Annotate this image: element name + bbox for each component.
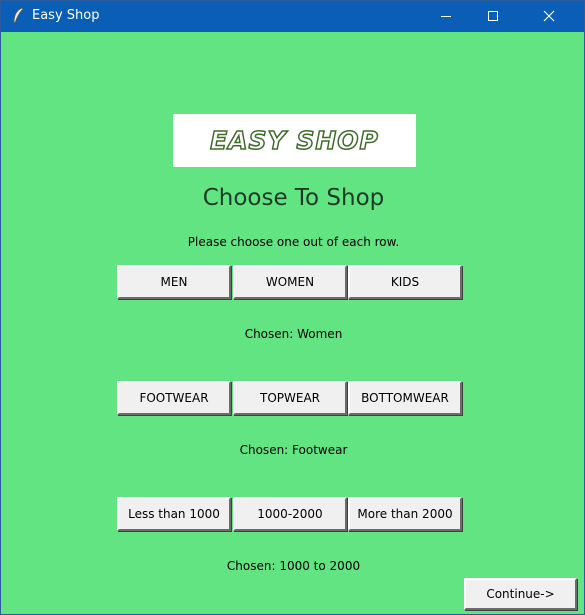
maximize-button[interactable]: [470, 1, 516, 32]
window-title: Easy Shop: [32, 8, 100, 23]
bottomwear-button[interactable]: BOTTOMWEAR: [348, 381, 462, 415]
kids-button[interactable]: KIDS: [348, 265, 462, 299]
maximize-icon: [487, 7, 499, 26]
topwear-button[interactable]: TOPWEAR: [233, 381, 347, 415]
logo-banner: EASY SHOP: [173, 114, 416, 167]
title-bar: Easy Shop: [1, 1, 584, 32]
footwear-button[interactable]: FOOTWEAR: [117, 381, 231, 415]
continue-button[interactable]: Continue->: [464, 578, 577, 610]
women-button[interactable]: WOMEN: [233, 265, 347, 299]
instruction-text: Please choose one out of each row.: [187, 235, 400, 249]
page-title: Choose To Shop: [202, 185, 385, 211]
chosen-category-label: Chosen: Footwear: [239, 443, 348, 457]
easy-shop-window: Easy Shop EASY SHOP Choose To Shop Pleas…: [0, 0, 585, 615]
logo-text: EASY SHOP: [209, 125, 379, 156]
price-over-2000-button[interactable]: More than 2000: [348, 497, 462, 531]
price-under-1000-button[interactable]: Less than 1000: [117, 497, 231, 531]
feather-icon: [11, 7, 25, 25]
minimize-button[interactable]: [423, 1, 469, 32]
close-icon: [543, 7, 555, 26]
men-button[interactable]: MEN: [117, 265, 231, 299]
chosen-price-label: Chosen: 1000 to 2000: [226, 559, 361, 573]
close-button[interactable]: [526, 1, 572, 32]
chosen-gender-label: Chosen: Women: [244, 327, 343, 341]
price-1000-2000-button[interactable]: 1000-2000: [233, 497, 347, 531]
minimize-icon: [440, 7, 452, 26]
